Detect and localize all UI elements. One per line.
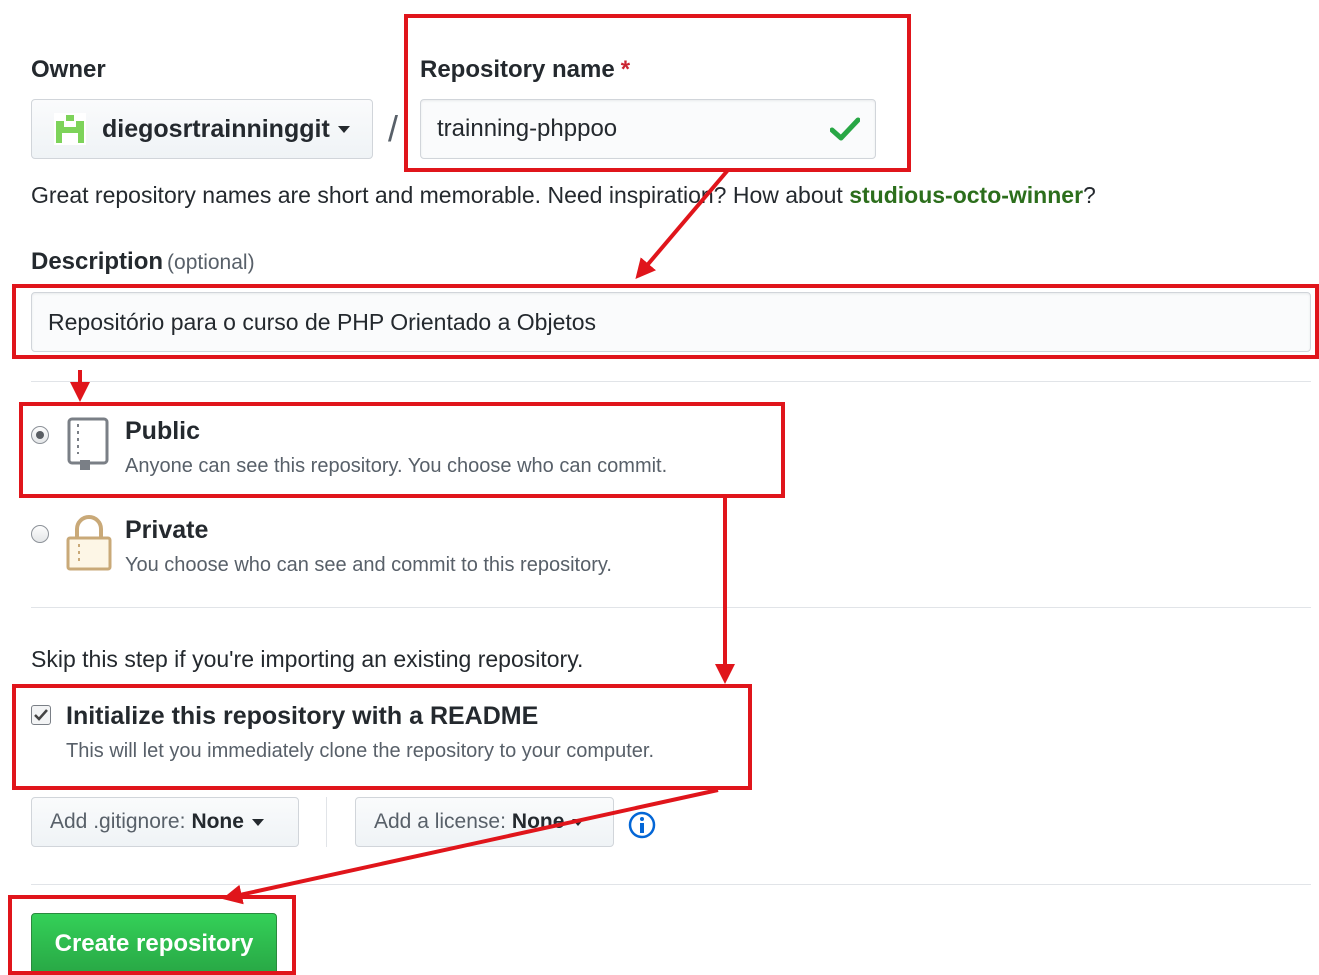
highlight-description bbox=[12, 284, 1319, 359]
arrow-to-description bbox=[635, 168, 730, 280]
highlight-public bbox=[19, 402, 785, 498]
highlight-repository-name bbox=[404, 14, 911, 172]
highlight-readme bbox=[12, 684, 752, 790]
arrow-to-create bbox=[222, 788, 719, 905]
highlight-create bbox=[8, 895, 296, 975]
